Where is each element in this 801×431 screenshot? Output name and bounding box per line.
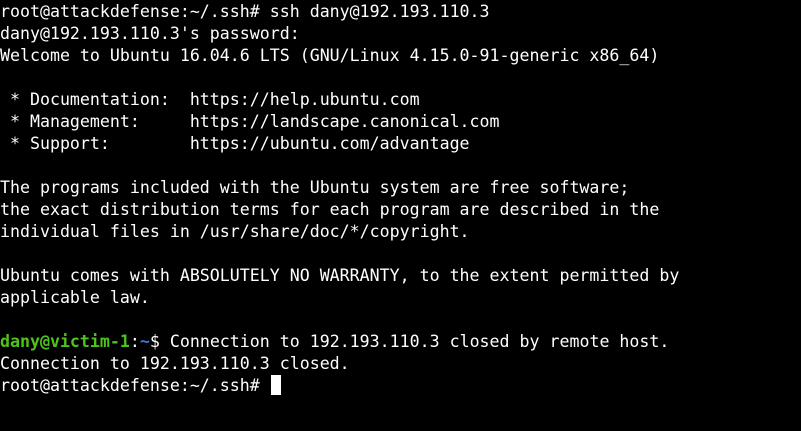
prompt-separator: : xyxy=(129,332,140,351)
prompt-user-host: dany@victim-1 xyxy=(0,332,130,351)
terminal-line: Connection to 192.193.110.3 closed. xyxy=(0,354,350,373)
final-prompt-line[interactable]: root@attackdefense:~/.ssh# xyxy=(0,375,801,397)
terminal-line: Welcome to Ubuntu 16.04.6 LTS (GNU/Linux… xyxy=(0,46,660,65)
terminal-line: * Documentation: https://help.ubuntu.com xyxy=(0,90,420,109)
terminal-line: Ubuntu comes with ABSOLUTELY NO WARRANTY… xyxy=(0,266,680,285)
terminal-line: * Management: https://landscape.canonica… xyxy=(0,112,500,131)
terminal-window[interactable]: root@attackdefense:~/.ssh# ssh dany@192.… xyxy=(0,1,801,431)
cursor-block[interactable] xyxy=(270,375,281,395)
terminal-line: root@attackdefense:~/.ssh# ssh dany@192.… xyxy=(0,2,490,21)
terminal-line: dany@192.193.110.3's password: xyxy=(0,24,300,43)
terminal-line: individual files in /usr/share/doc/*/cop… xyxy=(0,222,470,241)
remote-prompt-line: dany@victim-1:~$ Connection to 192.193.1… xyxy=(0,331,801,353)
terminal-line: applicable law. xyxy=(0,288,150,307)
connection-closed-message: Connection to 192.193.110.3 closed by re… xyxy=(169,332,670,351)
terminal-line: * Support: https://ubuntu.com/advantage xyxy=(0,134,470,153)
prompt-path: ~ xyxy=(139,332,150,351)
final-prompt: root@attackdefense:~/.ssh# xyxy=(0,376,270,395)
terminal-line: the exact distribution terms for each pr… xyxy=(0,200,660,219)
prompt-suffix: $ xyxy=(149,332,170,351)
terminal-line: The programs included with the Ubuntu sy… xyxy=(0,178,630,197)
